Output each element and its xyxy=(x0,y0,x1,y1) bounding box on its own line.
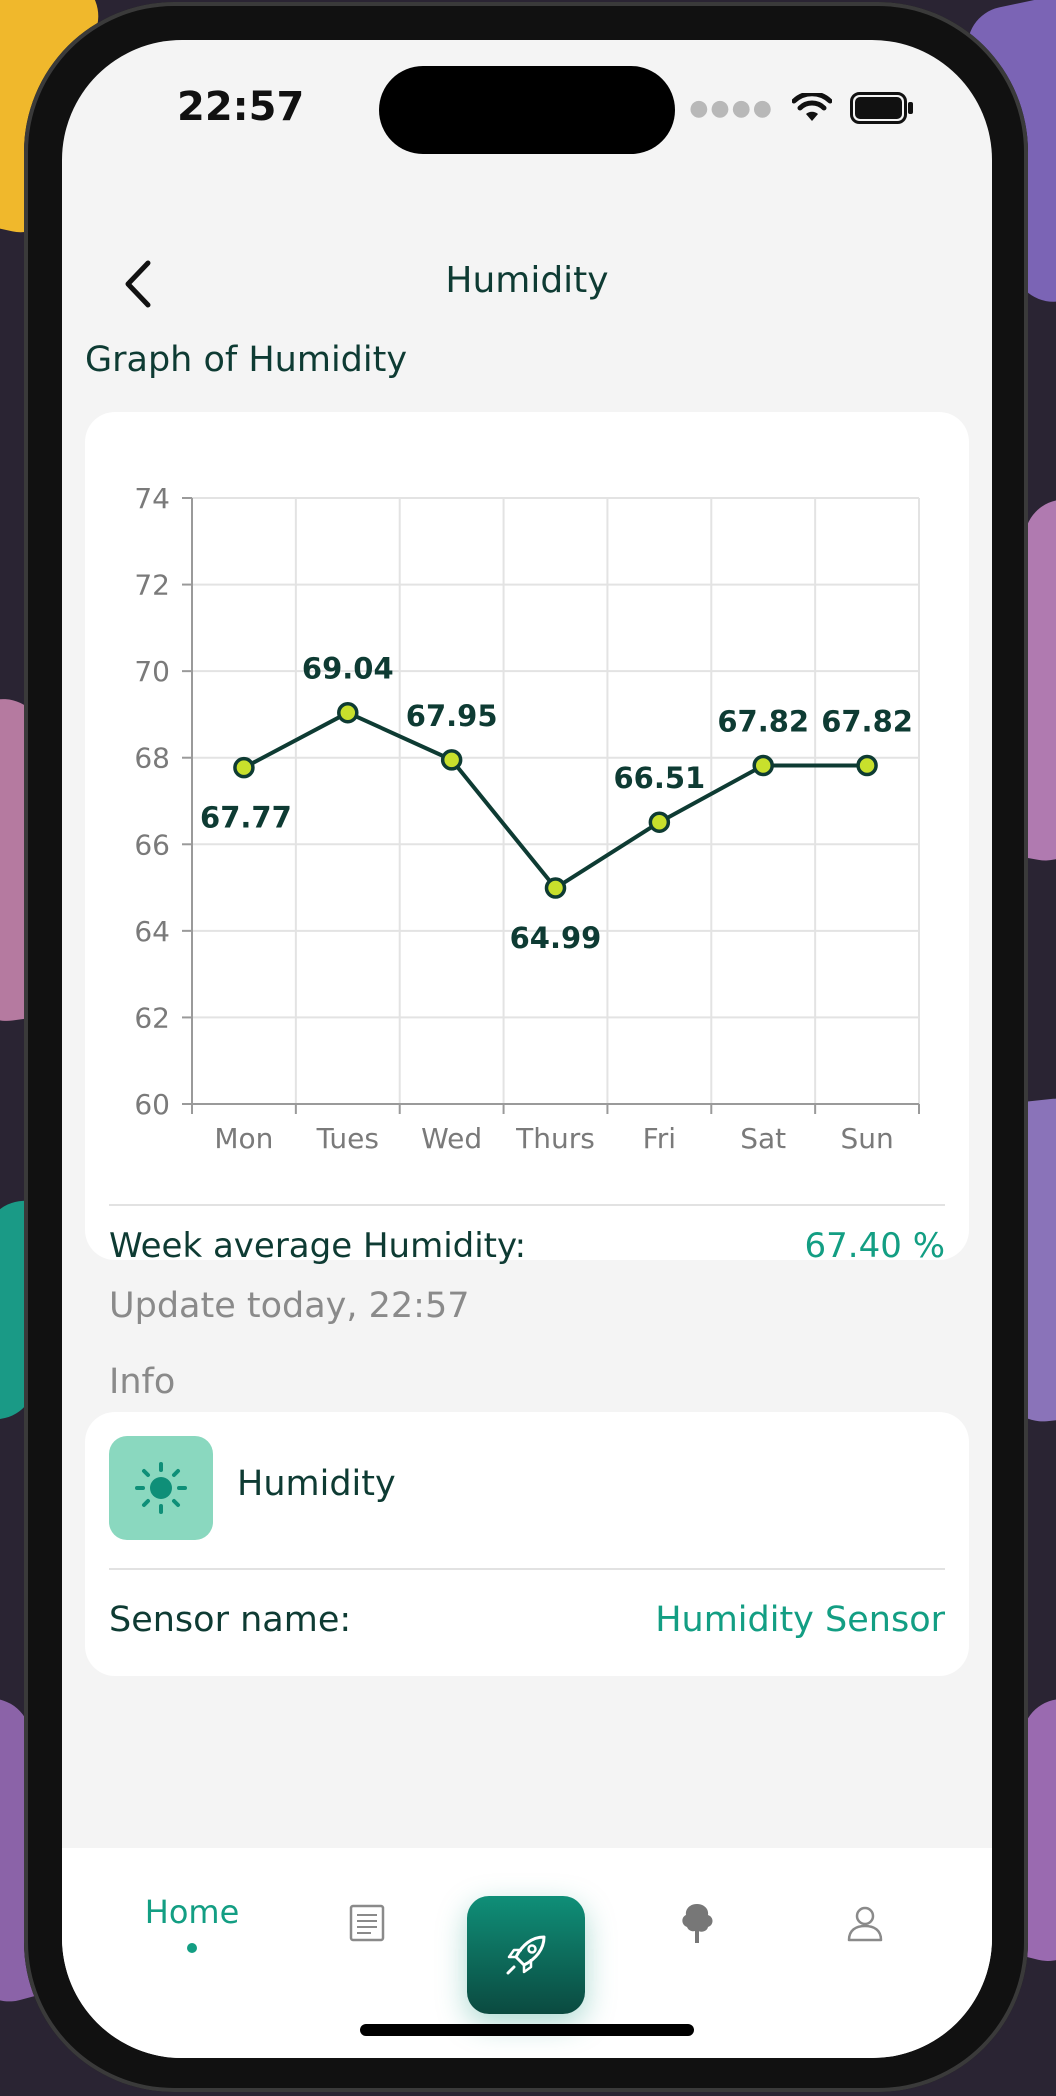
update-timestamp: Update today, 22:57 xyxy=(109,1286,470,1326)
data-label: 66.51 xyxy=(613,761,705,795)
data-point xyxy=(440,749,463,771)
tab-news[interactable] xyxy=(312,1848,422,1998)
signal-dots-icon: ●●●● xyxy=(689,95,774,121)
data-label: 67.82 xyxy=(821,705,913,739)
data-label: 64.99 xyxy=(510,921,602,955)
tab-home[interactable]: Home xyxy=(102,1848,282,1998)
data-point xyxy=(752,754,774,777)
data-point xyxy=(337,701,359,724)
sensor-name-label: Sensor name: xyxy=(109,1600,352,1640)
page-title: Humidity xyxy=(445,260,609,301)
x-tick-label: Wed xyxy=(421,1122,482,1155)
x-tick-label: Mon xyxy=(214,1122,273,1155)
tab-profile[interactable] xyxy=(810,1848,920,1998)
y-tick-label: 68 xyxy=(134,742,170,775)
y-tick-label: 60 xyxy=(134,1088,170,1121)
data-label: 67.82 xyxy=(717,705,809,739)
chart-divider xyxy=(109,1204,945,1206)
tab-tree[interactable] xyxy=(642,1848,752,1998)
info-section-title: Info xyxy=(109,1362,176,1402)
sensor-name-value: Humidity Sensor xyxy=(655,1600,945,1640)
data-point xyxy=(233,756,255,779)
status-bar: 22:57 ●●●● xyxy=(62,40,992,180)
data-label: 67.77 xyxy=(200,801,292,835)
news-icon xyxy=(349,1904,385,1942)
week-average-label: Week average Humidity: xyxy=(109,1226,527,1266)
tab-home-label: Home xyxy=(144,1893,240,1931)
home-indicator xyxy=(360,2024,694,2036)
wifi-icon xyxy=(792,93,832,121)
y-tick-label: 72 xyxy=(134,569,170,602)
dynamic-island xyxy=(379,66,675,154)
data-label: 67.95 xyxy=(406,699,498,733)
x-tick-label: Sun xyxy=(840,1122,893,1155)
battery-icon xyxy=(850,92,913,124)
rocket-icon xyxy=(506,1935,546,1975)
y-tick-label: 62 xyxy=(134,1001,170,1034)
active-tab-indicator xyxy=(187,1943,197,1953)
tab-rocket-button[interactable] xyxy=(467,1896,585,2014)
x-tick-label: Thurs xyxy=(515,1122,595,1155)
x-tick-label: Tues xyxy=(316,1122,379,1155)
data-point xyxy=(648,811,671,833)
y-tick-label: 74 xyxy=(134,482,170,515)
week-average-value: 67.40 % xyxy=(804,1226,945,1266)
status-time: 22:57 xyxy=(177,84,305,130)
user-icon xyxy=(847,1906,883,1942)
chart-card: 60 62 64 66 68 70 72 74 Mon Tues Wed Thurs Fri Sat Sun… xyxy=(85,412,969,1266)
nav-header: Humidity xyxy=(62,230,992,340)
graph-section-title: Graph of Humidity xyxy=(85,340,408,380)
data-point xyxy=(856,754,878,777)
info-card: Humidity Sensor name: Humidity Sensor xyxy=(85,1412,969,1676)
x-tick-label: Sat xyxy=(740,1122,786,1155)
info-divider xyxy=(109,1568,945,1570)
x-tick-label: Fri xyxy=(643,1122,676,1155)
status-icons: ●●●● xyxy=(689,92,914,124)
humidity-series-line xyxy=(242,710,868,891)
tab-bar: Home xyxy=(62,1848,992,2058)
humidity-line-chart: 60 62 64 66 68 70 72 74 Mon Tues Wed Thurs Fri Sat Sun… xyxy=(134,482,920,1155)
y-tick-label: 70 xyxy=(134,655,170,688)
data-point xyxy=(544,877,567,899)
y-tick-label: 64 xyxy=(134,915,170,948)
y-tick-label: 66 xyxy=(134,828,170,861)
sun-icon xyxy=(135,1462,187,1514)
data-label: 69.04 xyxy=(302,652,394,686)
info-sensor-type: Humidity xyxy=(237,1464,396,1504)
sun-icon-container xyxy=(109,1436,213,1540)
screen: 22:57 ●●●● Humidity Graph of Humidity 60… xyxy=(62,40,992,2058)
tree-icon xyxy=(682,1904,713,1943)
